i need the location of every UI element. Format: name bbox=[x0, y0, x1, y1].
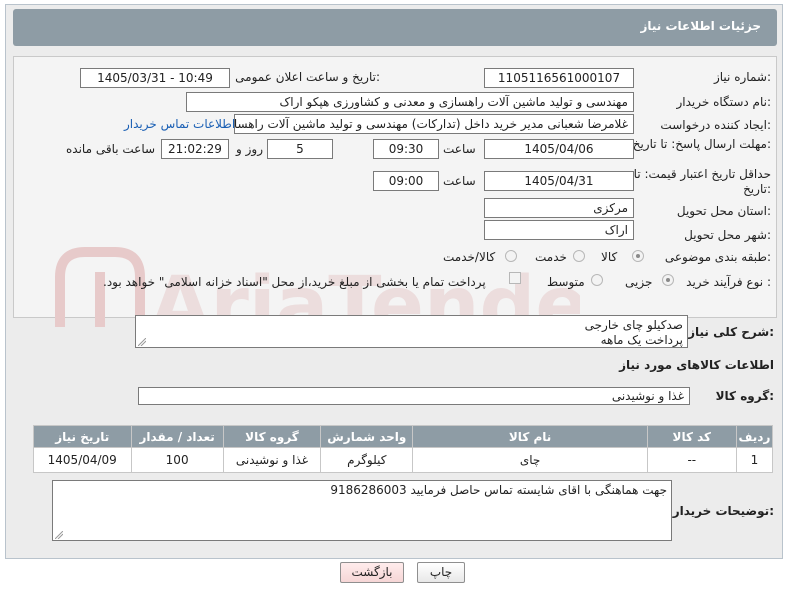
deadline-label: مهلت ارسال پاسخ: تا تاریخ: bbox=[632, 137, 771, 151]
treasury-checkbox[interactable] bbox=[509, 272, 521, 284]
announce-datetime-label: تاریخ و ساعت اعلان عمومی: bbox=[235, 70, 380, 84]
buyer-org-field: مهندسی و تولید ماشین آلات راهسازی و معدن… bbox=[186, 92, 634, 112]
min-price-validity-label: حداقل تاریخ اعتبار قیمت: تا تاریخ: bbox=[633, 167, 771, 196]
page: جزئیات اطلاعات نیاز AriaTender.net شماره… bbox=[0, 0, 788, 598]
category-goods-service-label: کالا/خدمت bbox=[443, 250, 496, 264]
time-left-field: 21:02:29 bbox=[161, 139, 229, 159]
print-button[interactable]: چاپ bbox=[417, 562, 465, 583]
resize-grip-icon[interactable] bbox=[138, 338, 146, 346]
col-name-header: نام کالا bbox=[412, 425, 648, 448]
cell-unit: کیلوگرم bbox=[320, 447, 414, 473]
announce-datetime-field: 1405/03/31 - 10:49 bbox=[80, 68, 230, 88]
category-service-label: خدمت bbox=[535, 250, 567, 264]
delivery-city-label: شهر محل تحویل: bbox=[684, 228, 771, 242]
buyer-notes-textarea[interactable]: جهت هماهنگی با اقای شایسته تماس حاصل فرم… bbox=[52, 480, 672, 541]
table-header-row: ردیف کد کالا نام کالا واحد شمارش گروه کا… bbox=[33, 425, 774, 448]
requester-label: ایجاد کننده درخواست: bbox=[660, 118, 771, 132]
goods-group-field: غذا و نوشیدنی bbox=[138, 387, 690, 405]
need-number-field: 1105116561000107 bbox=[484, 68, 634, 88]
process-note: پرداخت تمام یا بخشی از مبلغ خرید،از محل … bbox=[103, 275, 486, 289]
buyer-notes-label: توضیحات خریدار: bbox=[672, 504, 774, 518]
deadline-date-field: 1405/04/06 bbox=[484, 139, 634, 159]
need-number-label: شماره نیاز: bbox=[713, 70, 771, 84]
deadline-time-field: 09:30 bbox=[373, 139, 439, 159]
col-date-header: تاریخ نیاز bbox=[33, 425, 132, 448]
description-line-2: پرداخت یک ماهه bbox=[600, 333, 683, 347]
resize-grip-icon[interactable] bbox=[55, 531, 63, 539]
category-goods-label: کالا bbox=[601, 250, 618, 264]
category-label: طبقه بندی موضوعی: bbox=[664, 250, 771, 264]
category-service-radio[interactable] bbox=[573, 250, 585, 262]
table-row: 1 -- چای کیلوگرم غذا و نوشیدنی 100 1405/… bbox=[33, 447, 774, 473]
col-unit-header: واحد شمارش bbox=[320, 425, 414, 448]
delivery-province-label: استان محل تحویل: bbox=[676, 204, 771, 218]
validity-time-label: ساعت bbox=[443, 174, 476, 188]
goods-info-title: اطلاعات کالاهای مورد نیاز bbox=[619, 358, 774, 372]
category-goods-service-radio[interactable] bbox=[505, 250, 517, 262]
panel-header: جزئیات اطلاعات نیاز bbox=[13, 9, 777, 46]
cell-code: -- bbox=[646, 447, 737, 473]
col-group-header: گروه کالا bbox=[222, 425, 322, 448]
description-textarea[interactable]: صدکیلو چای خارجی پرداخت یک ماهه bbox=[135, 315, 688, 348]
process-minor-radio[interactable] bbox=[662, 274, 674, 286]
buyer-contact-link[interactable]: اطلاعات تماس خریدار bbox=[124, 117, 235, 131]
col-qty-header: تعداد / مقدار bbox=[130, 425, 224, 448]
process-type-label: نوع فرآیند خرید : bbox=[686, 275, 771, 289]
buyer-notes-text: جهت هماهنگی با اقای شایسته تماس حاصل فرم… bbox=[330, 483, 667, 497]
category-goods-radio[interactable] bbox=[632, 250, 644, 262]
buyer-org-label: نام دستگاه خریدار: bbox=[676, 95, 772, 109]
back-button[interactable]: بازگشت bbox=[340, 562, 404, 583]
requester-field: غلامرضا شعبانی مدیر خرید داخل (تدارکات) … bbox=[234, 114, 634, 134]
page-title: جزئیات اطلاعات نیاز bbox=[640, 19, 761, 33]
cell-group: غذا و نوشیدنی bbox=[222, 447, 322, 473]
items-table: ردیف کد کالا نام کالا واحد شمارش گروه کا… bbox=[33, 425, 774, 473]
day-and-label: روز و bbox=[236, 142, 263, 156]
process-medium-label: متوسط bbox=[547, 275, 585, 289]
cell-qty: 100 bbox=[130, 447, 224, 473]
deadline-time-label: ساعت bbox=[443, 142, 476, 156]
cell-date: 1405/04/09 bbox=[33, 447, 132, 473]
days-left-field: 5 bbox=[267, 139, 333, 159]
cell-name: چای bbox=[412, 447, 648, 473]
process-minor-label: جزیی bbox=[625, 275, 653, 289]
validity-date-field: 1405/04/31 bbox=[484, 171, 634, 191]
goods-group-label: گروه کالا: bbox=[715, 389, 774, 403]
cell-row: 1 bbox=[735, 447, 774, 473]
province-field: مرکزی bbox=[484, 198, 634, 218]
city-field: اراک bbox=[484, 220, 634, 240]
col-row-header: ردیف bbox=[735, 425, 774, 448]
description-line-1: صدکیلو چای خارجی bbox=[584, 318, 683, 332]
description-label: شرح کلی نیاز: bbox=[688, 325, 774, 339]
validity-time-field: 09:00 bbox=[373, 171, 439, 191]
remaining-label: ساعت باقی مانده bbox=[66, 142, 156, 156]
col-code-header: کد کالا bbox=[646, 425, 737, 448]
process-medium-radio[interactable] bbox=[591, 274, 603, 286]
